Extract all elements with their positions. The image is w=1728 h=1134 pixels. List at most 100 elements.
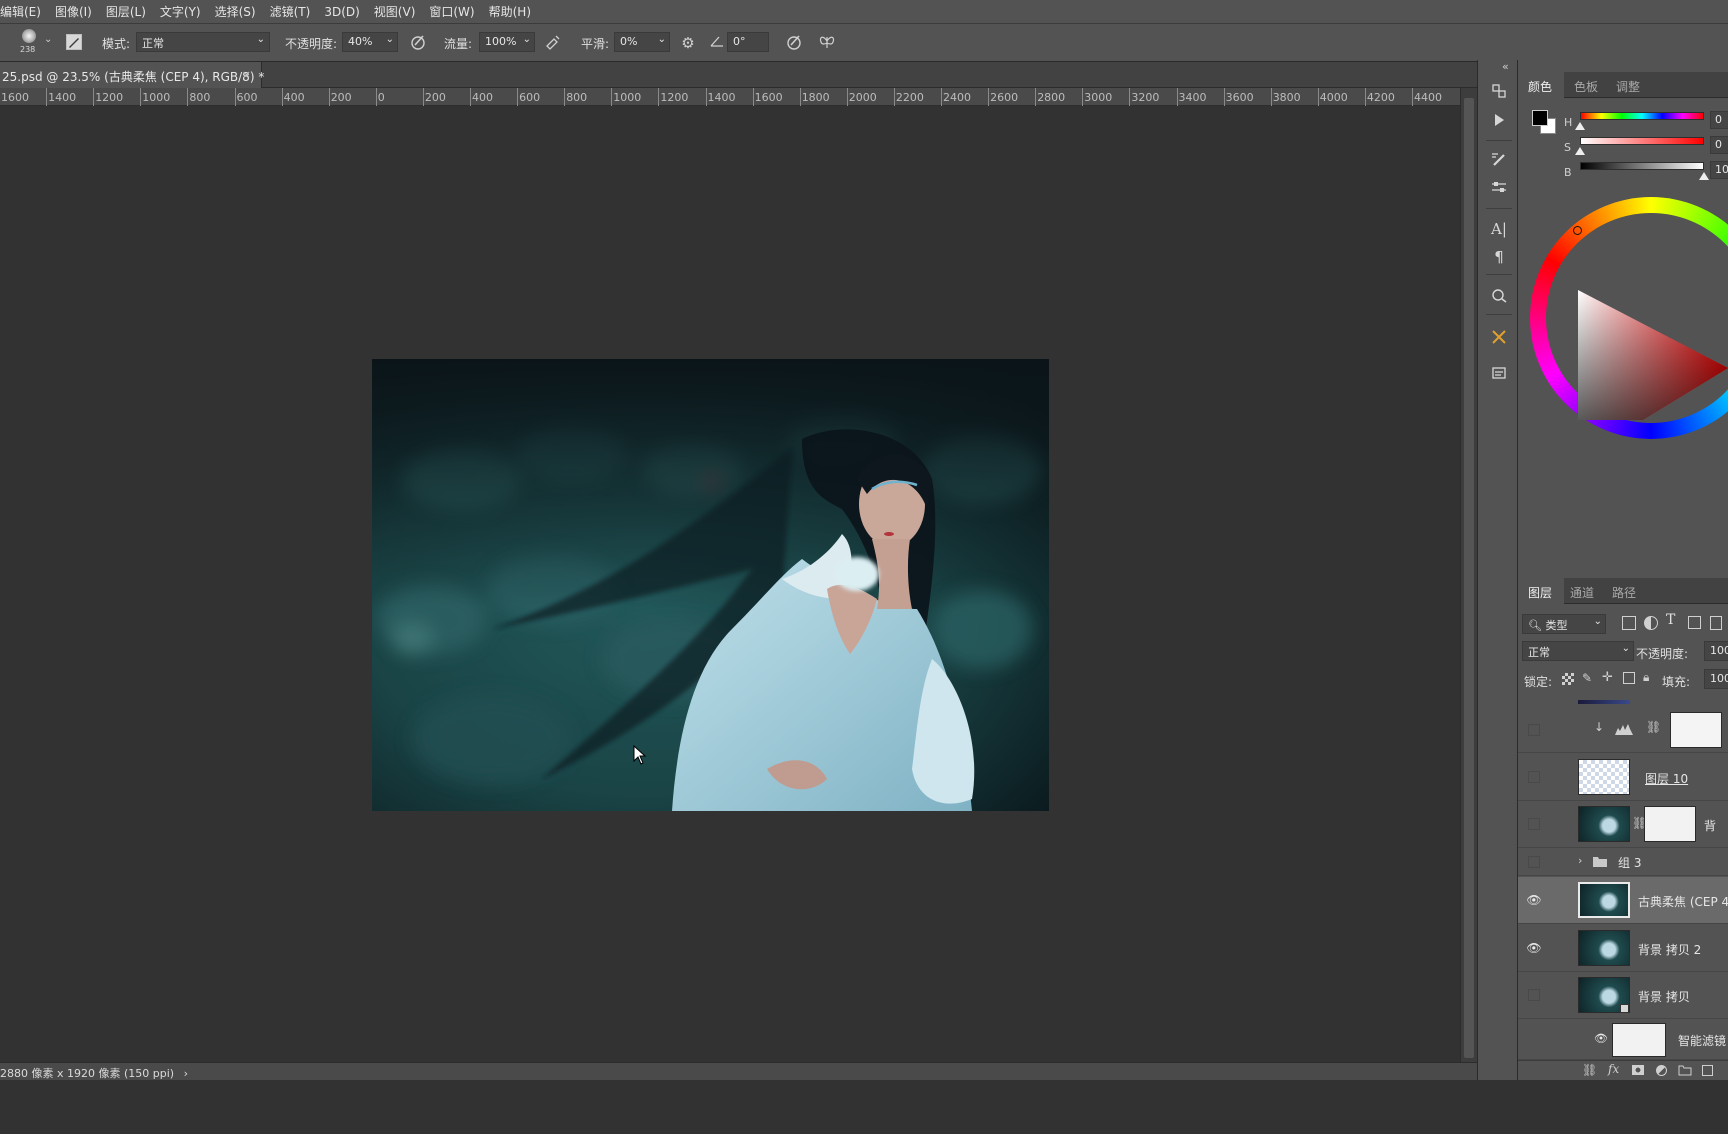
color-picker-marker[interactable] — [1573, 226, 1582, 235]
tab-color[interactable]: 颜色 — [1528, 78, 1552, 95]
mode-select[interactable]: 正常 ⌄ — [136, 32, 270, 52]
lock-artboard-icon[interactable] — [1623, 672, 1635, 684]
filter-smart-object-icon[interactable] — [1710, 616, 1722, 630]
tab-paths[interactable]: 路径 — [1612, 584, 1636, 601]
pressure-size-icon[interactable] — [784, 33, 804, 53]
layer-name[interactable]: 智能滤镜 — [1678, 1032, 1726, 1049]
flow-input[interactable]: 100% ⌄ — [479, 32, 535, 52]
menu-type[interactable]: 文字(Y) — [153, 3, 208, 20]
collapse-panels-icon[interactable]: « — [1502, 60, 1509, 73]
layer-row[interactable]: 👁︎ 背景 拷贝 2 — [1518, 925, 1728, 972]
tool-presets-icon[interactable] — [1488, 328, 1510, 350]
layer-row[interactable]: ↓ ⛓︎ — [1518, 706, 1728, 753]
layer-thumbnail[interactable] — [1578, 930, 1630, 966]
menu-help[interactable]: 帮助(H) — [482, 3, 538, 20]
visibility-toggle[interactable] — [1528, 989, 1540, 1001]
brightness-slider-thumb[interactable] — [1699, 172, 1709, 180]
tab-swatches[interactable]: 色板 — [1574, 78, 1598, 95]
filter-adjustment-icon[interactable] — [1644, 616, 1658, 630]
layer-row[interactable]: ⛓︎ 背 — [1518, 801, 1728, 848]
layer-name[interactable]: 古典柔焦 (CEP 4) — [1638, 893, 1728, 910]
lock-image-icon[interactable]: ✎ — [1582, 671, 1592, 685]
brushes-panel-icon[interactable] — [1488, 178, 1510, 200]
pressure-opacity-icon[interactable] — [408, 33, 428, 53]
tab-channels[interactable]: 通道 — [1570, 584, 1594, 601]
brightness-value[interactable]: 100 — [1710, 161, 1728, 179]
character-panel-icon[interactable]: A| — [1488, 218, 1510, 240]
color-triangle[interactable] — [1558, 220, 1728, 420]
scrollbar-thumb[interactable] — [1464, 98, 1474, 1058]
close-icon[interactable]: × — [242, 68, 251, 81]
layer-thumbnail[interactable] — [1578, 806, 1630, 842]
layer-name[interactable]: 背景 拷贝 — [1638, 988, 1690, 1005]
eye-icon[interactable]: 👁︎ — [1592, 1032, 1610, 1046]
brush-settings-icon[interactable] — [66, 34, 82, 50]
chevron-right-icon[interactable]: › — [1578, 854, 1582, 867]
history-panel-icon[interactable] — [1488, 82, 1510, 104]
tab-layers[interactable]: 图层 — [1528, 584, 1552, 601]
airbrush-icon[interactable] — [543, 33, 563, 53]
document-tab[interactable]: 25.psd @ 23.5% (古典柔焦 (CEP 4), RGB/8) * × — [0, 62, 264, 88]
menu-view[interactable]: 视图(V) — [367, 3, 423, 20]
menu-select[interactable]: 选择(S) — [208, 3, 263, 20]
menu-edit[interactable]: 编辑(E) — [0, 3, 48, 20]
layer-row[interactable]: 背景 拷贝 — [1518, 972, 1728, 1019]
layer-name[interactable]: 图层 10 — [1645, 770, 1688, 787]
visibility-toggle[interactable] — [1528, 771, 1540, 783]
smoothing-input[interactable]: 0% ⌄ — [614, 32, 670, 52]
filter-type-icon[interactable]: T — [1666, 612, 1675, 628]
menu-image[interactable]: 图像(I) — [48, 3, 99, 20]
link-layers-icon[interactable]: ⛓︎ — [1582, 1063, 1597, 1077]
menu-filter[interactable]: 滤镜(T) — [263, 3, 318, 20]
fill-input[interactable]: 100% — [1704, 669, 1728, 689]
fx-icon[interactable]: fx — [1608, 1062, 1619, 1076]
saturation-slider-thumb[interactable] — [1575, 147, 1585, 155]
properties-panel-icon[interactable] — [1488, 364, 1510, 386]
hue-slider[interactable] — [1580, 112, 1704, 120]
layer-opacity-input[interactable]: 100% — [1704, 641, 1728, 661]
menu-layer[interactable]: 图层(L) — [99, 3, 153, 20]
gear-icon[interactable]: ⚙ — [678, 33, 698, 53]
vertical-scrollbar[interactable] — [1460, 88, 1477, 1080]
adjustment-layer-icon[interactable] — [1656, 1065, 1667, 1076]
layer-name[interactable]: 背景 拷贝 2 — [1638, 941, 1701, 958]
add-mask-icon[interactable] — [1632, 1065, 1644, 1075]
filter-shape-icon[interactable] — [1688, 616, 1701, 629]
smart-filter-mask-thumbnail[interactable] — [1612, 1023, 1666, 1057]
blend-mode-select[interactable]: 正常 ⌄ — [1522, 641, 1634, 661]
opacity-input[interactable]: 40% ⌄ — [342, 32, 398, 52]
navigator-panel-icon[interactable] — [1488, 286, 1510, 308]
layer-mask-thumbnail[interactable] — [1670, 712, 1722, 748]
layer-thumbnail[interactable] — [1578, 759, 1630, 795]
paragraph-panel-icon[interactable]: ¶ — [1488, 246, 1510, 268]
menu-window[interactable]: 窗口(W) — [422, 3, 481, 20]
menu-3d[interactable]: 3D(D) — [317, 5, 366, 19]
chevron-down-icon[interactable]: ⌄ — [44, 34, 52, 45]
visibility-toggle[interactable] — [1528, 818, 1540, 830]
layer-mask-thumbnail[interactable] — [1644, 806, 1696, 842]
hue-value[interactable]: 0 — [1710, 111, 1728, 129]
angle-input[interactable]: 0° — [727, 32, 769, 52]
foreground-color-swatch[interactable] — [1532, 110, 1548, 126]
visibility-toggle[interactable] — [1528, 856, 1540, 868]
brush-preset-picker[interactable]: 238 — [16, 27, 46, 59]
layer-name[interactable]: 背 — [1704, 817, 1716, 834]
status-arrow-icon[interactable]: › — [184, 1067, 188, 1080]
eye-icon[interactable]: 👁︎ — [1525, 941, 1543, 955]
smart-filters-row[interactable]: 👁︎ 智能滤镜 — [1518, 1020, 1728, 1060]
lock-transparent-icon[interactable] — [1562, 673, 1574, 685]
layer-group-row[interactable]: › 组 3 — [1518, 848, 1728, 876]
layer-filter-select[interactable]: 🔍︎ 类型 ⌄ — [1522, 614, 1606, 634]
document-image[interactable] — [372, 359, 1049, 811]
new-layer-icon[interactable] — [1702, 1065, 1713, 1076]
lock-all-icon[interactable]: 🔒︎ — [1643, 670, 1649, 685]
visibility-toggle[interactable] — [1528, 724, 1540, 736]
actions-play-icon[interactable] — [1488, 112, 1510, 134]
lock-position-icon[interactable]: ✛ — [1602, 670, 1613, 685]
filter-pixel-icon[interactable] — [1622, 616, 1636, 630]
tab-adjustments[interactable]: 调整 — [1616, 78, 1640, 95]
horizontal-ruler[interactable]: 1600 1400 1200 1000 800 600 400 200 0 200 400 600 80… — [0, 88, 1460, 106]
layer-thumbnail[interactable] — [1578, 882, 1630, 918]
eye-icon[interactable]: 👁︎ — [1525, 893, 1543, 907]
brightness-slider[interactable] — [1580, 162, 1704, 170]
